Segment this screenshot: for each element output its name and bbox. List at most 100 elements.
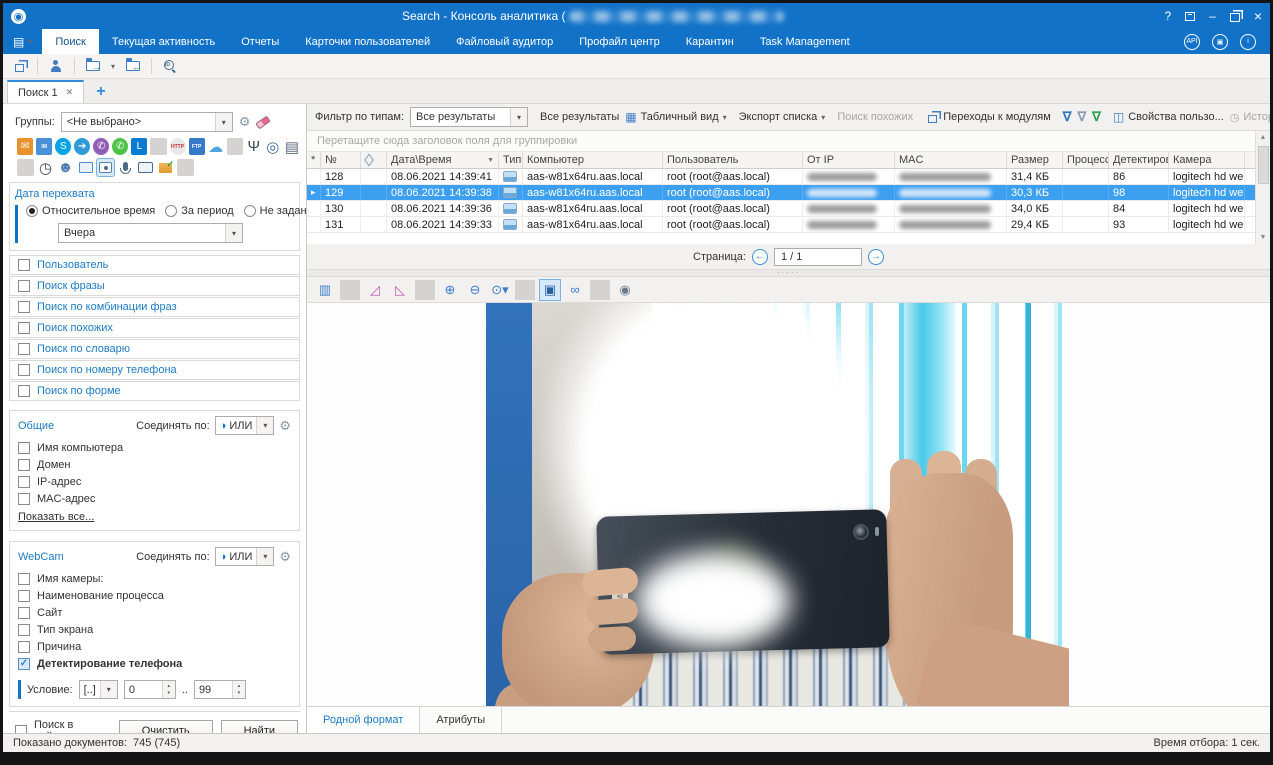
chevron-down-icon[interactable]: ▾ (256, 548, 273, 565)
scroll-up-icon[interactable]: ▲ (1260, 131, 1267, 144)
chat-history-button[interactable]: ◷ История переписки (1230, 111, 1270, 124)
menu-tab[interactable]: Файловый аудитор (443, 29, 566, 54)
minimize-button[interactable]: – (1209, 9, 1216, 23)
device-search-icon[interactable]: ◎ (265, 138, 281, 155)
checkbox[interactable] (15, 725, 27, 733)
menu-tab[interactable]: Отчеты (228, 29, 292, 54)
close-button[interactable]: × (1254, 8, 1262, 24)
prev-page-button[interactable]: ← (752, 249, 768, 265)
chevron-down-icon[interactable]: ▾ (215, 113, 232, 131)
close-tab-icon[interactable]: ✕ (66, 87, 74, 98)
spin-down-icon[interactable]: ▾ (168, 690, 171, 697)
eye-icon[interactable]: ◉ (615, 280, 635, 300)
user-search-icon[interactable] (46, 57, 66, 75)
skype-icon[interactable]: S (55, 138, 71, 155)
scroll-down-icon[interactable]: ▼ (1260, 231, 1267, 244)
filter-checkbox-row[interactable]: MAC-адрес (18, 490, 291, 507)
radio-option[interactable]: Не задано (244, 205, 307, 217)
clock-icon[interactable]: ◷ (37, 159, 54, 176)
condition-op-dropdown[interactable]: [..] ▾ (79, 680, 118, 699)
export-list-button[interactable]: Экспорт списка ▾ (739, 111, 826, 123)
filter-funnel-outline-icon[interactable]: ∇ (1077, 109, 1086, 125)
telegram-icon[interactable]: ➔ (74, 138, 90, 155)
id-search-icon[interactable]: ID (160, 57, 180, 75)
join-dropdown[interactable]: ◑ИЛИ ▾ (215, 416, 275, 435)
search-in-found-row[interactable]: Поиск в найденном (15, 723, 111, 734)
menu-tab[interactable]: Профайл центр (566, 29, 672, 54)
show-all-link[interactable]: Показать все... (18, 511, 291, 523)
filter-section[interactable]: Поиск фразы (9, 276, 300, 296)
help-button[interactable]: ? (1164, 9, 1171, 23)
checkbox[interactable] (18, 364, 30, 376)
filter-section[interactable]: Пользователь (9, 255, 300, 275)
column-detected[interactable]: Детектирова (1109, 152, 1169, 168)
api-icon[interactable]: API (1184, 34, 1200, 50)
ftp-icon[interactable]: FTP (189, 138, 205, 155)
table-row[interactable]: 128 08.06.2021 14:39:41 aas-w81x64ru.aas… (307, 169, 1270, 185)
column-from-ip[interactable]: От IP (803, 152, 895, 168)
column-user[interactable]: Пользователь (663, 152, 803, 168)
export-search-icon[interactable] (83, 57, 103, 75)
info-icon[interactable]: i (1240, 34, 1256, 50)
column-mac[interactable]: MAC (895, 152, 1007, 168)
radio-option[interactable]: Относительное время (26, 205, 155, 217)
condition-from-stepper[interactable]: 0 ▴▾ (124, 680, 176, 699)
chevron-down-icon[interactable]: ▾ (510, 108, 527, 126)
checkbox[interactable] (18, 590, 30, 602)
link-icon[interactable]: ∞ (565, 280, 585, 300)
common-settings-icon[interactable]: ⚙ (279, 418, 291, 434)
table-row[interactable]: 131 08.06.2021 14:39:33 aas-w81x64ru.aas… (307, 217, 1270, 233)
condition-to-stepper[interactable]: 99 ▴▾ (194, 680, 246, 699)
user-time-icon[interactable]: ☻ (57, 159, 74, 176)
usb-icon[interactable]: Ψ (246, 138, 262, 155)
splitter-handle[interactable]: ····· (307, 270, 1270, 277)
menu-tab[interactable]: Карточки пользователей (292, 29, 443, 54)
zoom-in-icon[interactable]: ⊕ (440, 280, 460, 300)
menu-tab[interactable]: Task Management (747, 29, 863, 54)
tab-poisk-1[interactable]: Поиск 1 ✕ (7, 80, 84, 103)
table-row[interactable]: 130 08.06.2021 14:39:36 aas-w81x64ru.aas… (307, 201, 1270, 217)
http-icon[interactable]: HTTP (170, 138, 186, 155)
column-tag[interactable] (361, 152, 387, 168)
pin-window-icon[interactable] (1185, 12, 1195, 21)
app-menu-button[interactable]: ▤ ▾ (3, 29, 42, 54)
filter-funnel-icon[interactable]: ∇ (1063, 109, 1072, 125)
filter-section[interactable]: Поиск похожих (9, 318, 300, 338)
all-results-button[interactable]: Все результаты (540, 111, 619, 123)
column-process[interactable]: Процесс (1063, 152, 1109, 168)
viber-icon[interactable]: ✆ (93, 138, 109, 155)
filter-section[interactable]: Поиск по номеру телефона (9, 360, 300, 380)
whatsapp-icon[interactable]: ✆ (112, 138, 128, 155)
printer-icon[interactable]: ▤ (284, 138, 300, 155)
checkbox[interactable] (18, 385, 30, 397)
checkbox[interactable] (18, 259, 30, 271)
zoom-mode-icon[interactable]: ⊙▾ (490, 280, 510, 300)
checkbox[interactable] (18, 624, 30, 636)
webcam-photo[interactable]: MI (486, 303, 1069, 706)
join-dropdown[interactable]: ◑ИЛИ ▾ (215, 547, 275, 566)
viewer-tab[interactable]: Родной формат (307, 707, 420, 733)
table-row[interactable]: 129 08.06.2021 14:39:38 aas-w81x64ru.aas… (307, 185, 1270, 201)
search-similar-button[interactable]: Поиск похожих (837, 111, 913, 123)
filter-section[interactable]: Поиск по словарю (9, 339, 300, 359)
phone-detection-row[interactable]: Детектирование телефона (18, 655, 291, 672)
viewer-tab[interactable]: Атрибуты (420, 707, 502, 733)
chevron-down-icon[interactable]: ▾ (100, 681, 117, 698)
column-datetime[interactable]: Дата\Время▼ (387, 152, 499, 168)
column-num[interactable]: № (321, 152, 361, 168)
find-button[interactable]: Найти (221, 720, 298, 733)
checkbox[interactable] (18, 442, 30, 454)
table-view-button[interactable]: ▦ Табличный вид ▾ (625, 110, 726, 124)
keylogger-icon[interactable] (137, 159, 154, 176)
checkbox[interactable] (18, 476, 30, 488)
microphone-icon[interactable] (117, 159, 134, 176)
checkbox[interactable] (18, 573, 30, 585)
filter-checkbox-row[interactable]: Наименование процесса (18, 587, 291, 604)
filter-checkbox-row[interactable]: Сайт (18, 604, 291, 621)
monitor-icon[interactable] (77, 159, 94, 176)
filter-checkbox-row[interactable]: Домен (18, 456, 291, 473)
mail-icon[interactable]: ✉ (17, 138, 33, 155)
menu-tab[interactable]: Текущая активность (99, 29, 228, 54)
flip-left-icon[interactable]: ◿ (365, 280, 385, 300)
groups-dropdown[interactable]: <Не выбрано> ▾ (61, 112, 233, 132)
